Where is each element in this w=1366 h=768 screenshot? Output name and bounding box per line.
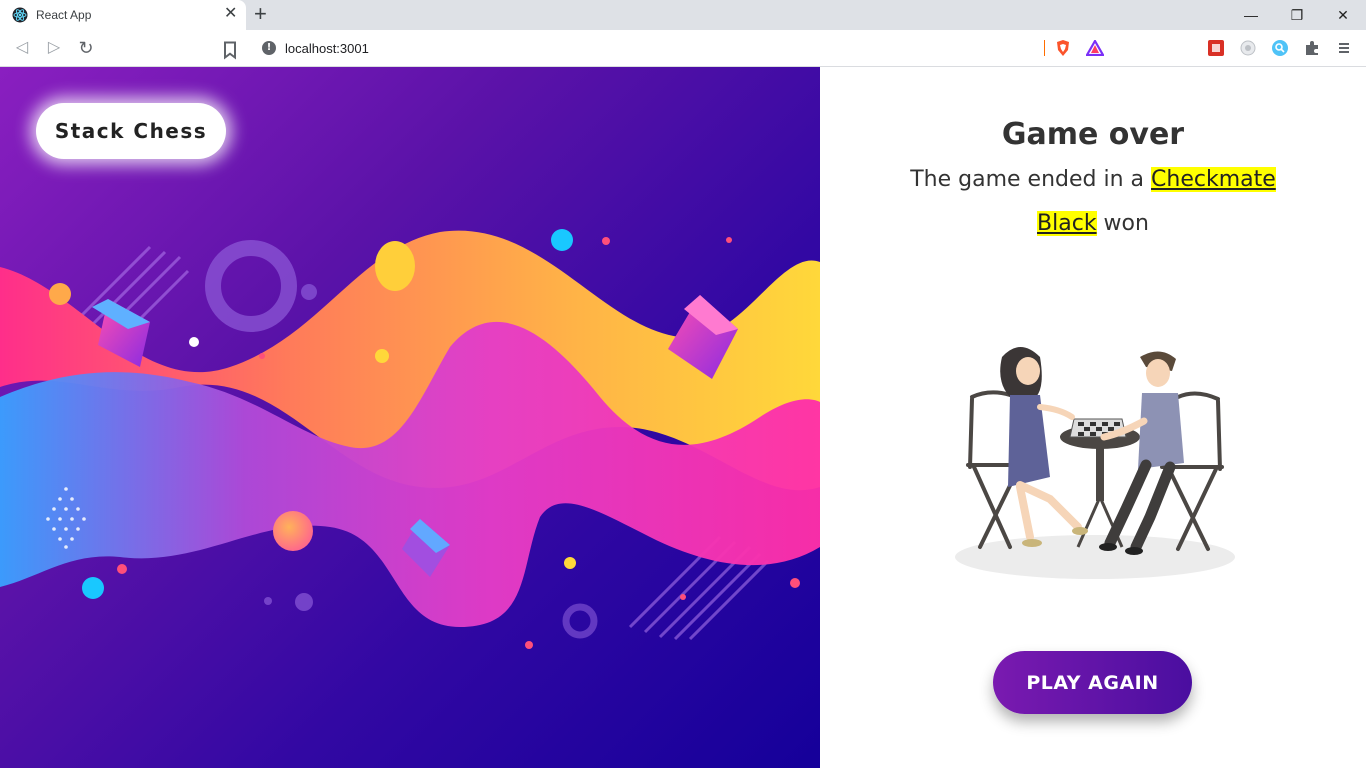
abstract-waves-illustration (0, 229, 820, 649)
result-reason-prefix: The game ended in a (910, 167, 1152, 192)
omnibox-separator (1044, 40, 1045, 56)
result-reason: Checkmate (1151, 167, 1276, 192)
browser-tab-strip: React App ✕ + — ❐ ✕ (0, 0, 1366, 30)
url-text[interactable]: localhost:3001 (285, 41, 369, 56)
brand-logo[interactable]: Stack Chess (36, 103, 226, 159)
winner-suffix: won (1096, 211, 1149, 236)
brave-rewards-icon[interactable] (1086, 40, 1104, 56)
site-info-icon[interactable]: ! (262, 41, 276, 55)
new-tab-button[interactable]: + (254, 3, 267, 25)
tab-close-icon[interactable]: ✕ (224, 6, 237, 22)
game-result-panel: Game over The game ended in a Checkmate … (820, 67, 1366, 768)
game-over-title: Game over (1001, 117, 1185, 152)
address-bar[interactable]: ! localhost:3001 (250, 34, 1115, 62)
react-logo-icon (12, 7, 28, 23)
forward-button[interactable]: ▷ (44, 38, 64, 58)
browser-tab[interactable]: React App ✕ (0, 0, 246, 30)
browser-toolbar: ◁ ▷ ↻ ! localhost:3001 (0, 30, 1366, 67)
extension-blue-icon[interactable] (1272, 40, 1288, 56)
extension-red-icon[interactable] (1208, 40, 1224, 56)
reload-button[interactable]: ↻ (76, 38, 96, 58)
tab-title: React App (36, 8, 92, 22)
back-button[interactable]: ◁ (12, 38, 32, 58)
menu-icon[interactable] (1336, 40, 1352, 56)
minimize-button[interactable]: — (1241, 6, 1261, 24)
result-reason-line: The game ended in a Checkmate (820, 167, 1366, 192)
extension-gray-icon[interactable] (1240, 40, 1256, 56)
hero-artwork: Stack Chess (0, 67, 820, 768)
puzzle-icon[interactable] (1304, 40, 1320, 56)
chess-players-illustration (955, 347, 1235, 579)
result-winner-line: Black won (820, 211, 1366, 236)
winner-name: Black (1037, 211, 1097, 236)
restore-button[interactable]: ❐ (1287, 6, 1307, 24)
bookmark-icon[interactable] (220, 40, 240, 60)
play-again-button[interactable]: PLAY AGAIN (993, 651, 1192, 714)
brave-shield-icon[interactable] (1054, 39, 1072, 57)
close-window-button[interactable]: ✕ (1333, 6, 1353, 24)
